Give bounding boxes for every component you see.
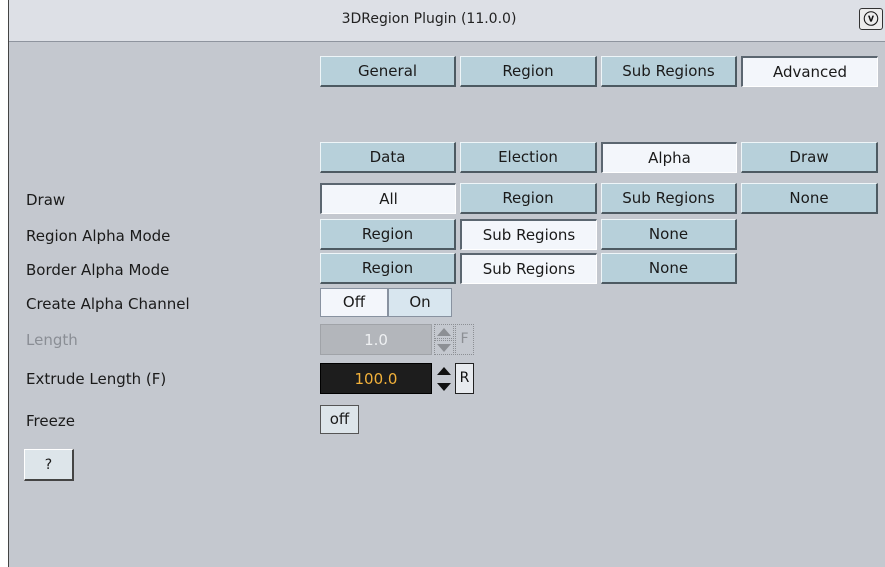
border-alpha-mode-label: Border Alpha Mode — [26, 261, 170, 279]
title-bar: 3DRegion Plugin (11.0.0) ⓥ — [9, 0, 885, 42]
border-alpha-region-button[interactable]: Region — [320, 253, 456, 284]
extrude-length-field[interactable]: 100.0 — [320, 363, 432, 394]
plugin-panel: 3DRegion Plugin (11.0.0) ⓥ General Regio… — [8, 0, 885, 567]
border-alpha-none-button[interactable]: None — [601, 253, 737, 284]
freeze-toggle[interactable]: off — [320, 405, 359, 434]
tab-sub-regions[interactable]: Sub Regions — [601, 56, 737, 87]
length-field: 1.0 — [320, 324, 432, 355]
alpha-channel-on-toggle[interactable]: On — [388, 288, 452, 317]
extrude-length-increment-icon[interactable] — [434, 363, 454, 378]
region-alpha-mode-label: Region Alpha Mode — [26, 227, 171, 245]
length-decrement-icon — [434, 340, 454, 355]
window-title: 3DRegion Plugin (11.0.0) — [341, 11, 517, 27]
alpha-channel-off-toggle[interactable]: Off — [320, 288, 388, 317]
extrude-length-reset-button[interactable]: R — [455, 363, 474, 394]
length-increment-icon — [434, 324, 454, 339]
subtab-alpha[interactable]: Alpha — [601, 142, 737, 173]
length-stepper — [434, 324, 454, 355]
subtab-data[interactable]: Data — [320, 142, 456, 173]
tab-advanced[interactable]: Advanced — [741, 56, 878, 87]
tab-region[interactable]: Region — [460, 56, 597, 87]
length-label: Length — [26, 331, 78, 349]
draw-sub-regions-button[interactable]: Sub Regions — [601, 183, 737, 214]
subtab-draw[interactable]: Draw — [741, 142, 878, 173]
extrude-length-stepper[interactable] — [434, 363, 454, 394]
draw-all-button[interactable]: All — [320, 183, 456, 214]
app-icon[interactable]: ⓥ — [859, 8, 883, 30]
tab-general[interactable]: General — [320, 56, 456, 87]
freeze-label: Freeze — [26, 412, 75, 430]
draw-label: Draw — [26, 191, 66, 209]
region-alpha-region-button[interactable]: Region — [320, 219, 456, 250]
draw-none-button[interactable]: None — [741, 183, 878, 214]
help-button[interactable]: ? — [24, 449, 74, 481]
create-alpha-channel-label: Create Alpha Channel — [26, 295, 190, 313]
region-alpha-sub-regions-button[interactable]: Sub Regions — [460, 219, 597, 250]
extrude-length-label: Extrude Length (F) — [26, 370, 167, 388]
subtab-election[interactable]: Election — [460, 142, 597, 173]
draw-region-button[interactable]: Region — [460, 183, 597, 214]
region-alpha-none-button[interactable]: None — [601, 219, 737, 250]
border-alpha-sub-regions-button[interactable]: Sub Regions — [460, 253, 597, 284]
length-reset-button: F — [455, 324, 474, 355]
extrude-length-decrement-icon[interactable] — [434, 379, 454, 394]
